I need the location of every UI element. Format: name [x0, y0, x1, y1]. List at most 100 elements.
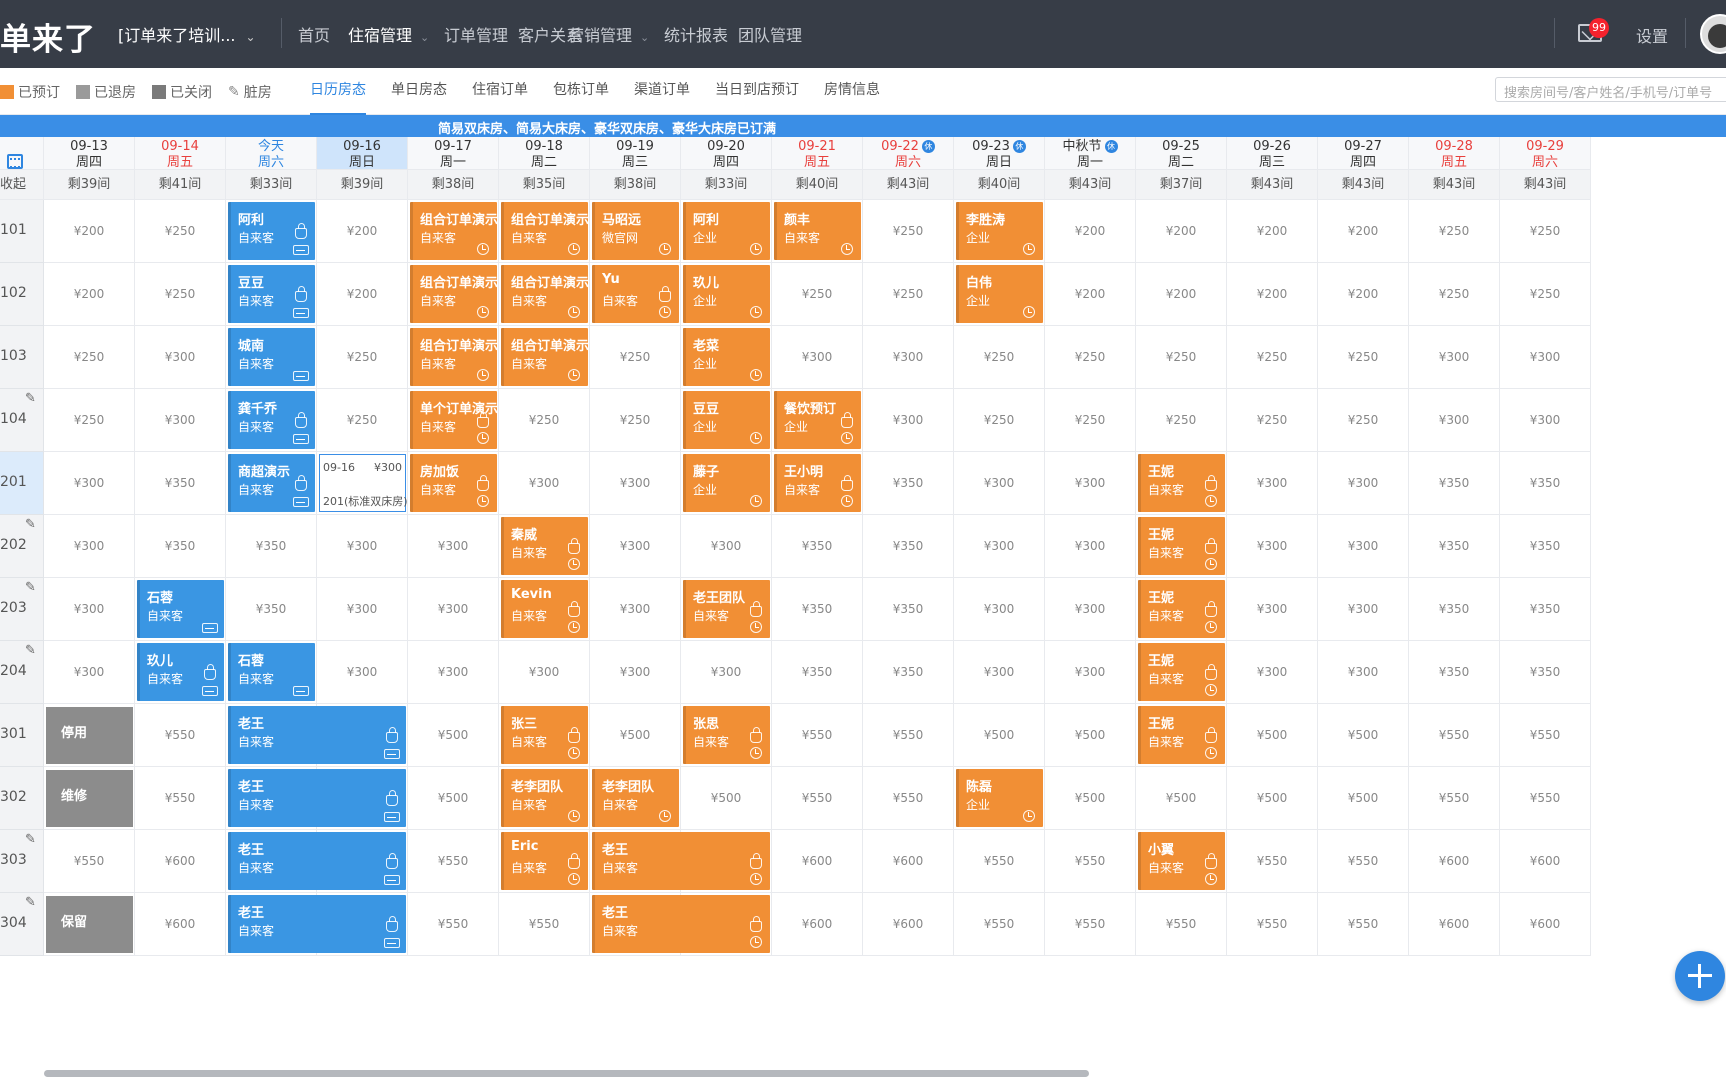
room-number-label[interactable]: 102 — [0, 263, 44, 326]
booking-block[interactable]: 玖儿 企业 — [683, 265, 770, 323]
room-day-cell[interactable]: ¥550 — [863, 704, 954, 767]
room-day-cell[interactable]: ¥300 — [954, 578, 1045, 641]
tab-4[interactable]: 渠道订单 — [634, 68, 690, 115]
date-header-cell[interactable]: 09-20 周四 — [681, 137, 772, 170]
room-day-cell[interactable]: ¥300 — [1227, 578, 1318, 641]
booking-block[interactable]: 张三 自来客 — [501, 706, 588, 764]
booking-block[interactable]: 组合订单演示 自来客 — [410, 265, 497, 323]
room-day-cell[interactable]: ¥300 — [681, 515, 772, 578]
booking-block[interactable]: 老李团队 自来客 — [501, 769, 588, 827]
room-day-cell[interactable]: ¥300 — [44, 578, 135, 641]
room-day-cell[interactable]: ¥500 — [408, 704, 499, 767]
room-day-cell[interactable]: ¥350 — [1500, 578, 1591, 641]
room-day-cell[interactable]: ¥500 — [1045, 767, 1136, 830]
room-day-cell[interactable]: ¥200 — [317, 200, 408, 263]
booking-block[interactable]: 王妮 自来客 — [1138, 706, 1225, 764]
room-day-cell[interactable]: ¥250 — [1045, 389, 1136, 452]
room-number-label[interactable]: 101 — [0, 200, 44, 263]
room-day-cell[interactable]: ¥300 — [1045, 452, 1136, 515]
room-day-cell[interactable]: ¥250 — [1136, 389, 1227, 452]
room-day-cell[interactable]: ¥300 — [499, 452, 590, 515]
room-day-cell[interactable]: ¥300 — [590, 452, 681, 515]
nav-item-1[interactable]: 住宿管理 ⌄ — [348, 22, 429, 46]
room-day-cell[interactable]: ¥300 — [1045, 515, 1136, 578]
booking-block[interactable]: 石蓉 自来客 — [228, 643, 315, 701]
room-day-cell[interactable]: ¥300 — [499, 641, 590, 704]
search-input[interactable]: 搜索房间号/客户姓名/手机号/订单号 — [1495, 77, 1726, 102]
settings-link[interactable]: 设置 — [1636, 23, 1668, 47]
room-day-cell[interactable]: ¥250 — [44, 389, 135, 452]
booking-block[interactable]: 组合订单演示 自来客 — [410, 202, 497, 260]
room-day-cell[interactable]: ¥250 — [954, 389, 1045, 452]
room-day-cell[interactable]: ¥350 — [772, 515, 863, 578]
booking-block[interactable]: 王妮 自来客 — [1138, 580, 1225, 638]
booking-block[interactable]: 陈磊 企业 — [956, 769, 1043, 827]
room-day-cell[interactable]: ¥350 — [1409, 641, 1500, 704]
room-day-cell[interactable]: ¥300 — [1318, 452, 1409, 515]
room-day-cell[interactable]: ¥300 — [317, 641, 408, 704]
room-day-cell[interactable]: ¥300 — [408, 641, 499, 704]
booking-block[interactable]: 老王 自来客 — [228, 832, 406, 890]
date-header-cell[interactable]: 09-13 周四 — [44, 137, 135, 170]
room-number-label[interactable]: 103 — [0, 326, 44, 389]
room-number-label[interactable]: 104 ✎ — [0, 389, 44, 452]
room-day-cell[interactable]: ¥250 — [863, 263, 954, 326]
room-day-cell[interactable]: ¥500 — [954, 704, 1045, 767]
room-status-block[interactable]: 停用 — [46, 707, 133, 764]
room-day-cell[interactable]: ¥250 — [1318, 389, 1409, 452]
room-day-cell[interactable]: ¥300 — [590, 641, 681, 704]
room-day-cell[interactable]: ¥350 — [226, 515, 317, 578]
tab-2[interactable]: 住宿订单 — [472, 68, 528, 115]
room-day-cell[interactable]: ¥550 — [1227, 893, 1318, 956]
room-day-cell[interactable]: ¥300 — [954, 452, 1045, 515]
booking-block[interactable]: 房加饭 自来客 — [410, 454, 497, 512]
room-day-cell[interactable]: ¥550 — [772, 767, 863, 830]
booking-block[interactable]: 豆豆 企业 — [683, 391, 770, 449]
room-day-cell[interactable]: ¥550 — [1500, 767, 1591, 830]
room-day-cell[interactable]: ¥200 — [1227, 263, 1318, 326]
room-day-cell[interactable]: ¥200 — [1136, 200, 1227, 263]
room-day-cell[interactable]: ¥300 — [44, 641, 135, 704]
room-day-cell[interactable]: ¥250 — [590, 389, 681, 452]
date-header-cell[interactable]: 09-26 周三 — [1227, 137, 1318, 170]
booking-block[interactable]: 玖儿 自来客 — [137, 643, 224, 701]
room-day-cell[interactable]: ¥550 — [1136, 893, 1227, 956]
room-day-cell[interactable]: ¥600 — [1500, 830, 1591, 893]
room-day-cell[interactable]: ¥250 — [1045, 326, 1136, 389]
room-day-cell[interactable]: ¥350 — [1409, 515, 1500, 578]
room-day-cell[interactable]: ¥350 — [1500, 515, 1591, 578]
room-day-cell[interactable]: ¥550 — [135, 767, 226, 830]
room-number-label[interactable]: 203 ✎ — [0, 578, 44, 641]
room-day-cell[interactable]: ¥300 — [954, 515, 1045, 578]
room-day-cell[interactable]: ¥350 — [772, 578, 863, 641]
room-day-cell[interactable]: ¥300 — [590, 515, 681, 578]
tab-3[interactable]: 包栋订单 — [553, 68, 609, 115]
room-day-cell[interactable]: ¥300 — [1045, 578, 1136, 641]
booking-block[interactable]: 王妮 自来客 — [1138, 517, 1225, 575]
room-day-cell[interactable]: ¥200 — [44, 263, 135, 326]
booking-block[interactable]: 餐饮预订 企业 — [774, 391, 861, 449]
room-day-cell[interactable]: ¥300 — [1409, 389, 1500, 452]
room-day-cell[interactable]: ¥250 — [954, 326, 1045, 389]
room-day-cell[interactable]: ¥550 — [772, 704, 863, 767]
room-day-cell[interactable]: ¥300 — [1318, 578, 1409, 641]
room-day-cell[interactable]: ¥550 — [1318, 893, 1409, 956]
tab-5[interactable]: 当日到店预订 — [715, 68, 799, 115]
room-day-cell[interactable]: ¥300 — [863, 326, 954, 389]
booking-block[interactable]: 王小明 自来客 — [774, 454, 861, 512]
room-day-cell[interactable]: ¥250 — [1318, 326, 1409, 389]
booking-block[interactable]: 老王 自来客 — [228, 769, 406, 827]
booking-block[interactable]: 老王团队 自来客 — [683, 580, 770, 638]
booking-block[interactable]: 马昭远 微官网 — [592, 202, 679, 260]
booking-block[interactable]: 王妮 自来客 — [1138, 454, 1225, 512]
room-day-cell[interactable]: ¥200 — [317, 263, 408, 326]
booking-block[interactable]: 组合订单演示 自来客 — [501, 202, 588, 260]
room-day-cell[interactable]: ¥300 — [44, 452, 135, 515]
room-day-cell[interactable]: ¥500 — [1227, 767, 1318, 830]
date-header-cell[interactable]: 09-23 休周日 — [954, 137, 1045, 170]
nav-item-5[interactable]: 统计报表 — [664, 22, 728, 46]
room-day-cell[interactable]: ¥600 — [1409, 893, 1500, 956]
room-day-cell[interactable]: ¥300 — [1227, 515, 1318, 578]
room-day-cell[interactable]: ¥350 — [1409, 578, 1500, 641]
room-day-cell[interactable]: ¥550 — [135, 704, 226, 767]
